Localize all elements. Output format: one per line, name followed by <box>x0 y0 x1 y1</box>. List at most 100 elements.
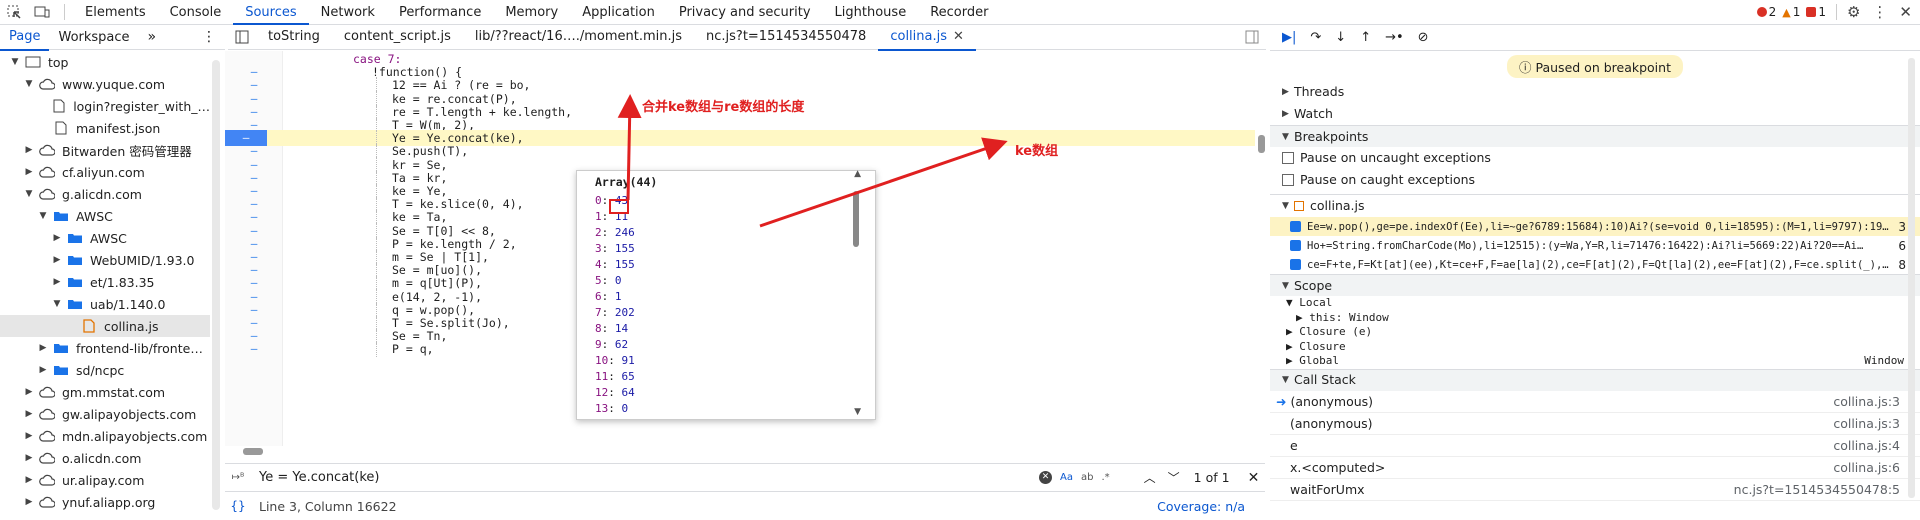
watch-section[interactable]: ▶ Watch <box>1270 103 1920 125</box>
tree-item[interactable]: manifest.json <box>0 117 210 139</box>
array-entry[interactable]: 13: 0 <box>577 401 875 417</box>
array-entry[interactable]: 5: 0 <box>577 273 875 289</box>
tab-performance[interactable]: Performance <box>387 0 493 25</box>
tree-item[interactable]: login?register_with_… <box>0 95 210 117</box>
tree-item[interactable]: ▼ g.alicdn.com <box>0 183 210 205</box>
tree-item[interactable]: ▼ www.yuque.com <box>0 73 210 95</box>
tab-memory[interactable]: Memory <box>493 0 570 25</box>
array-entry[interactable]: 11: 65 <box>577 369 875 385</box>
tree-item[interactable]: ▶ et/1.83.35 <box>0 271 210 293</box>
editor-tab[interactable]: toString <box>256 24 332 51</box>
breakpoint-checkbox[interactable] <box>1290 221 1301 232</box>
issues-badge[interactable]: 1 <box>1806 5 1826 19</box>
popup-scrollbar[interactable] <box>853 191 859 247</box>
callstack-section[interactable]: ▼ Call Stack <box>1270 368 1920 391</box>
tree-item[interactable]: ▼ uab/1.140.0 <box>0 293 210 315</box>
search-replace-icon[interactable]: ↦ᴮ <box>225 472 251 483</box>
threads-section[interactable]: ▶ Threads <box>1270 81 1920 103</box>
tree-item[interactable]: ▶ AWSC <box>0 227 210 249</box>
tree-item[interactable]: ▼ AWSC <box>0 205 210 227</box>
scope-section[interactable]: ▼ Scope <box>1270 274 1920 296</box>
tab-privacy-and-security[interactable]: Privacy and security <box>667 0 823 25</box>
warning-badge[interactable]: ▲ 1 <box>1782 5 1800 19</box>
device-toggle-icon[interactable] <box>28 0 56 25</box>
toggle-debugger-icon[interactable] <box>1238 30 1266 44</box>
breakpoint-checkbox[interactable] <box>1290 259 1301 270</box>
array-entry[interactable]: 7: 202 <box>577 305 875 321</box>
close-search-icon[interactable]: ✕ <box>1248 470 1260 486</box>
prev-match-icon[interactable]: ︿ <box>1144 469 1156 486</box>
tree-item[interactable]: ▶ ur.alipay.com <box>0 469 210 491</box>
tab-workspace[interactable]: Workspace <box>49 25 138 50</box>
tab-page[interactable]: Page <box>0 24 50 51</box>
more-options-icon[interactable]: ⋮ <box>1866 3 1893 21</box>
tree-item[interactable]: ▶ mdn.alipayobjects.com <box>0 425 210 447</box>
search-input[interactable]: Ye = Ye.concat(ke) <box>259 470 1019 485</box>
array-entry[interactable]: 6: 1 <box>577 289 875 305</box>
editor-tab[interactable]: content_script.js <box>332 24 463 51</box>
call-frame[interactable]: (anonymous) collina.js:3 <box>1270 413 1920 435</box>
array-entry[interactable]: 10: 91 <box>577 353 875 369</box>
debugger-scrollbar[interactable] <box>1908 58 1915 498</box>
resume-icon[interactable]: ▶| <box>1282 30 1296 45</box>
tree-item[interactable]: ▶ Bitwarden 密码管理器 <box>0 139 210 161</box>
tab-sources[interactable]: Sources <box>233 0 309 25</box>
scope-local[interactable]: ▼ Local <box>1286 296 1920 311</box>
editor-tab[interactable]: collina.js ✕ <box>878 24 976 51</box>
next-match-icon[interactable]: ﹀ <box>1168 469 1180 486</box>
breakpoint-file-row[interactable]: ▼ collina.js <box>1270 195 1920 217</box>
array-entry[interactable]: 8: 14 <box>577 321 875 337</box>
tab-network[interactable]: Network <box>309 0 387 25</box>
array-entry[interactable]: 9: 62 <box>577 337 875 353</box>
pretty-print-icon[interactable]: {} <box>225 499 251 513</box>
call-frame[interactable]: waitForUmx nc.js?t=1514534550478:5 <box>1270 479 1920 501</box>
tree-item[interactable]: ▶ frontend-lib/fronte… <box>0 337 210 359</box>
tree-item[interactable]: ▶ ynuf.aliapp.org <box>0 491 210 513</box>
editor-tab[interactable]: nc.js?t=1514534550478 <box>694 24 878 51</box>
tree-item[interactable]: ▶ sd/ncpc <box>0 359 210 381</box>
breakpoint-row[interactable]: ce=F+te,F=Kt[at](ee),Kt=ce+F,F=ae[la](2)… <box>1270 255 1920 274</box>
match-case-toggle[interactable]: Aa <box>1060 472 1073 483</box>
code-horizontal-scrollbar[interactable] <box>243 448 263 455</box>
step-out-icon[interactable]: ↑ <box>1360 30 1371 45</box>
tab-lighthouse[interactable]: Lighthouse <box>823 0 919 25</box>
tree-item[interactable]: ▶ gm.mmstat.com <box>0 381 210 403</box>
whole-word-icon[interactable]: ab <box>1081 472 1093 483</box>
tree-item[interactable]: ▶ cf.aliyun.com <box>0 161 210 183</box>
tree-item[interactable]: collina.js <box>0 315 210 337</box>
navigator-menu-icon[interactable]: ⋮ <box>193 25 225 50</box>
popup-scroll-up-icon[interactable]: ▲ <box>854 169 861 179</box>
call-frame[interactable]: ➜ (anonymous) collina.js:3 <box>1270 391 1920 413</box>
tree-item[interactable]: ▶ o.alicdn.com <box>0 447 210 469</box>
step-icon[interactable]: →• <box>1385 30 1404 45</box>
array-entry[interactable]: 3: 155 <box>577 241 875 257</box>
deactivate-breakpoints-icon[interactable]: ⊘ <box>1418 30 1429 45</box>
error-badge[interactable]: 2 <box>1756 5 1776 19</box>
tree-scrollbar[interactable] <box>212 60 220 510</box>
array-entry[interactable]: 12: 64 <box>577 385 875 401</box>
scope-global[interactable]: ▶ Global Window <box>1286 354 1920 369</box>
array-entry[interactable]: 4: 155 <box>577 257 875 273</box>
tree-item[interactable]: ▶ gw.alipayobjects.com <box>0 403 210 425</box>
editor-tab[interactable]: lib/??react/16…./moment.min.js <box>463 24 694 51</box>
breakpoint-row[interactable]: Ee=w.pop(),ge=pe.indexOf(Ee),li=~ge?6789… <box>1270 217 1920 236</box>
close-tab-icon[interactable]: ✕ <box>953 29 964 44</box>
inspect-icon[interactable] <box>0 0 28 25</box>
scope-this[interactable]: ▶ this: Window <box>1286 311 1920 326</box>
close-devtools-icon[interactable]: ✕ <box>1899 3 1912 21</box>
more-tabs-chevron-icon[interactable]: » <box>139 25 166 50</box>
code-vertical-scrollbar[interactable] <box>1258 135 1265 153</box>
pause-uncaught-row[interactable]: Pause on uncaught exceptions <box>1270 147 1920 169</box>
pause-caught-row[interactable]: Pause on caught exceptions <box>1270 169 1920 191</box>
step-into-icon[interactable]: ↓ <box>1335 30 1346 45</box>
scope-closure-e[interactable]: ▶ Closure (e) <box>1286 325 1920 340</box>
tab-elements[interactable]: Elements <box>73 0 158 25</box>
tree-item[interactable]: ▶ WebUMID/1.93.0 <box>0 249 210 271</box>
call-frame[interactable]: x.<computed> collina.js:6 <box>1270 457 1920 479</box>
tab-recorder[interactable]: Recorder <box>918 0 1000 25</box>
call-frame[interactable]: e collina.js:4 <box>1270 435 1920 457</box>
breakpoint-row[interactable]: Ho+=String.fromCharCode(Mo),li=12515):(y… <box>1270 236 1920 255</box>
coverage-status[interactable]: Coverage: n/a <box>1157 499 1245 514</box>
gutter-marker[interactable]: – <box>225 341 283 357</box>
breakpoint-checkbox[interactable] <box>1290 240 1301 251</box>
